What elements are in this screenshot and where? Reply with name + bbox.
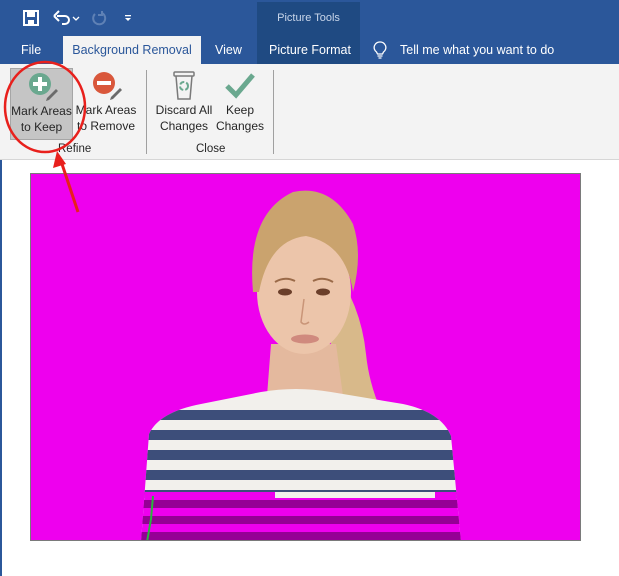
mark-areas-to-keep-button[interactable]: Mark Areas to Keep (10, 68, 73, 140)
tell-me-placeholder: Tell me what you want to do (400, 43, 555, 57)
keep-label-line1: Mark Areas (11, 104, 72, 118)
discard-all-changes-button[interactable]: Discard All Changes (153, 68, 215, 140)
lips (291, 334, 319, 344)
group-label-refine: Refine (58, 143, 92, 155)
tell-me-box[interactable]: Tell me what you want to do (373, 36, 554, 64)
keep-changes-label-line1: Keep (225, 103, 255, 117)
customize-qat-button[interactable] (121, 7, 135, 29)
ribbon: Mark Areas to Keep Mark Areas to Remove … (0, 64, 619, 160)
picture-background-removal[interactable] (30, 173, 581, 541)
group-label-close: Close (196, 143, 226, 155)
keep-changes-button[interactable]: Keep Changes (214, 68, 266, 140)
recycle-bin-icon (173, 71, 195, 100)
discard-label-line1: Discard All (155, 103, 213, 117)
undo-button[interactable] (51, 7, 83, 29)
discard-label-line2: Changes (159, 119, 209, 133)
mark-remove-icon (93, 72, 122, 100)
mark-keep-icon (28, 73, 58, 101)
tab-view[interactable]: View (215, 36, 242, 64)
group-separator (146, 70, 147, 154)
redo-button[interactable] (89, 7, 109, 29)
group-separator (273, 70, 274, 154)
save-button[interactable] (21, 7, 41, 29)
mark-areas-to-remove-button[interactable]: Mark Areas to Remove (74, 68, 138, 140)
contextual-group-title: Picture Tools (277, 12, 340, 24)
left-eye (278, 288, 292, 296)
tab-file[interactable]: File (21, 36, 41, 64)
right-eye (316, 288, 330, 296)
keep-label-line2: to Keep (20, 120, 63, 134)
ribbon-tabs: File Background Removal View Picture For… (0, 36, 619, 64)
portrait-image (141, 190, 461, 540)
checkmark-icon (225, 73, 255, 99)
title-bar: Picture Tools (0, 0, 619, 64)
tab-picture-format[interactable]: Picture Format (269, 36, 351, 64)
striped-shirt (141, 389, 461, 540)
tab-background-removal[interactable]: Background Removal (63, 36, 201, 64)
remove-label-line2: to Remove (76, 119, 136, 133)
lightbulb-icon (373, 41, 387, 59)
remove-label-line1: Mark Areas (75, 103, 137, 117)
customize-qat-icon (125, 15, 131, 21)
redo-icon (92, 11, 107, 26)
keep-changes-label-line2: Changes (215, 119, 265, 133)
undo-icon (53, 10, 80, 25)
save-icon (23, 10, 39, 26)
